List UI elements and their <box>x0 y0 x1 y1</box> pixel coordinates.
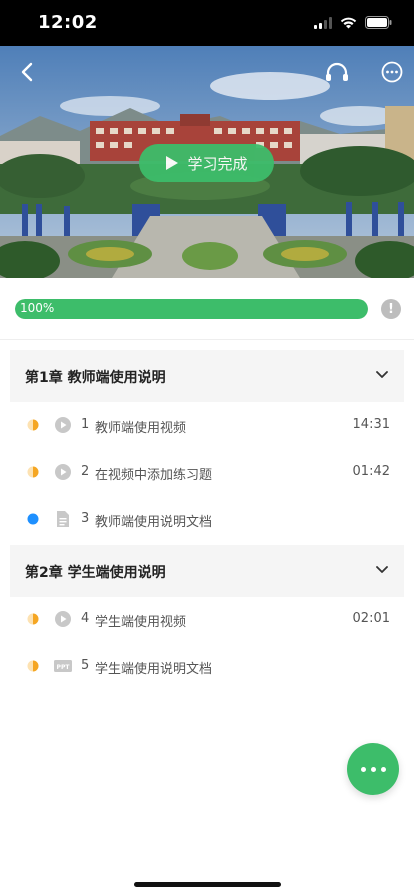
back-button[interactable] <box>13 58 41 86</box>
chapter-header[interactable]: 第1章 教师端使用说明 <box>10 350 404 402</box>
more-circle-icon <box>381 61 403 83</box>
lesson-title: 教师端使用说明文档 <box>95 515 213 530</box>
document-icon <box>57 511 69 527</box>
half-done-dot-icon <box>27 613 39 625</box>
lesson-item[interactable]: 1 教师端使用视频 14:31 <box>10 402 404 449</box>
lesson-title: 学生端使用说明文档 <box>95 662 213 677</box>
status-bar: 12:02 <box>0 0 414 46</box>
chapter-header[interactable]: 第2章 学生端使用说明 <box>10 545 404 597</box>
lesson-number: 3 <box>81 511 90 526</box>
lesson-item[interactable]: PPT 5 学生端使用说明文档 <box>10 643 404 690</box>
progress-text: 100% <box>20 301 55 315</box>
video-play-icon <box>55 417 71 433</box>
ppt-icon: PPT <box>54 660 72 672</box>
more-button[interactable] <box>378 58 406 86</box>
home-indicator[interactable] <box>134 882 281 887</box>
half-done-dot-icon <box>27 466 39 478</box>
fab-dot <box>380 766 386 772</box>
lesson-number: 4 <box>81 611 90 626</box>
status-icons <box>314 14 392 33</box>
video-play-icon <box>55 611 71 627</box>
chapter-title: 第1章 教师端使用说明 <box>25 370 166 386</box>
lesson-duration: 02:01 <box>352 611 390 626</box>
fab-dot <box>370 766 376 772</box>
fab-dot <box>360 766 366 772</box>
signal-icon <box>314 14 332 33</box>
lesson-number: 5 <box>81 658 90 673</box>
play-button[interactable]: 学习完成 <box>139 144 274 182</box>
audio-button[interactable] <box>323 58 351 86</box>
svg-text:PPT: PPT <box>57 664 71 671</box>
info-icon[interactable]: ! <box>381 299 401 319</box>
more-actions-fab[interactable] <box>347 743 399 795</box>
progress-row: 100% ! <box>0 278 414 340</box>
battery-icon <box>365 14 392 33</box>
lesson-title: 学生端使用视频 <box>95 615 187 630</box>
chapter-title: 第2章 学生端使用说明 <box>25 565 166 581</box>
half-done-dot-icon <box>27 419 39 431</box>
lesson-item[interactable]: 4 学生端使用视频 02:01 <box>10 596 404 643</box>
half-done-dot-icon <box>27 660 39 672</box>
video-play-icon <box>55 464 71 480</box>
done-dot-icon <box>27 513 39 525</box>
status-time: 12:02 <box>38 12 98 33</box>
chevron-left-icon <box>21 62 33 82</box>
lesson-title: 在视频中添加练习题 <box>95 468 213 483</box>
wifi-icon <box>340 14 357 33</box>
video-cover[interactable]: 学习完成 <box>0 46 414 278</box>
play-icon <box>166 156 179 170</box>
headphones-icon <box>326 62 348 81</box>
lesson-item[interactable]: 3 教师端使用说明文档 <box>10 496 404 543</box>
lesson-item[interactable]: 2 在视频中添加练习题 01:42 <box>10 449 404 496</box>
lesson-title: 教师端使用视频 <box>95 421 187 436</box>
lesson-duration: 01:42 <box>352 464 390 479</box>
play-label: 学习完成 <box>187 154 248 173</box>
lesson-number: 1 <box>81 417 90 432</box>
progress-bar: 100% <box>15 299 368 319</box>
lesson-duration: 14:31 <box>352 417 390 432</box>
chevron-down-icon <box>376 566 388 573</box>
lesson-number: 2 <box>81 464 90 479</box>
progress-fill <box>15 299 368 319</box>
chevron-down-icon <box>376 371 388 378</box>
